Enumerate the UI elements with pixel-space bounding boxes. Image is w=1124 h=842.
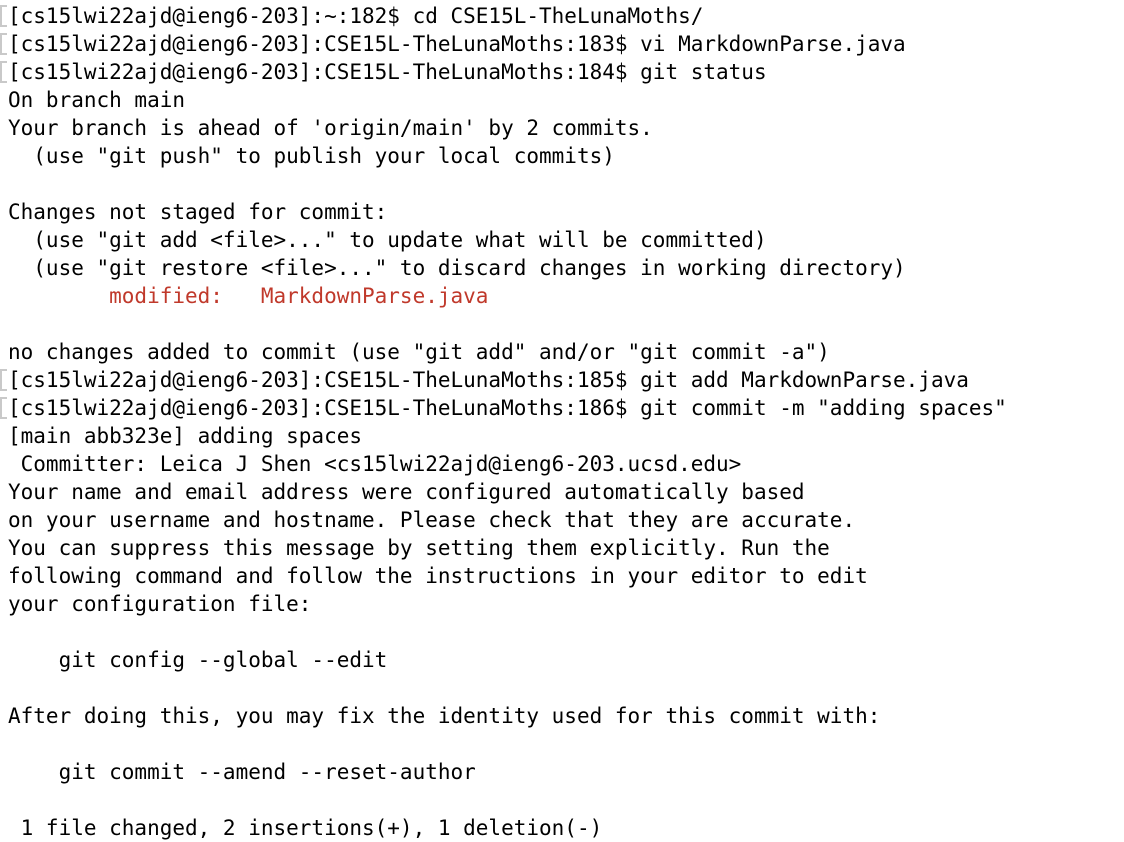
- prompt-mark-icon: [0, 61, 7, 83]
- terminal-line-22: [8, 618, 1124, 646]
- terminal-line-26: [8, 730, 1124, 758]
- terminal-line-18: on your username and hostname. Please ch…: [8, 508, 856, 532]
- terminal-line-7: Changes not staged for commit:: [8, 200, 388, 224]
- terminal-line-6: [8, 170, 1124, 198]
- terminal-line-24: [8, 674, 1124, 702]
- terminal-line-16: Committer: Leica J Shen <cs15lwi22ajd@ie…: [8, 452, 742, 476]
- terminal-line-3: On branch main: [8, 88, 186, 112]
- terminal-line-4: Your branch is ahead of 'origin/main' by…: [8, 116, 653, 140]
- prompt-mark-icon: [0, 33, 7, 55]
- terminal-line-25: After doing this, you may fix the identi…: [8, 704, 881, 728]
- terminal-line-0: [cs15lwi22ajd@ieng6-203]:~:182$ cd CSE15…: [0, 2, 1124, 30]
- modified-file-line: modified: MarkdownParse.java: [8, 284, 489, 308]
- prompt-mark-icon: [0, 397, 7, 419]
- terminal-line-5: (use "git push" to publish your local co…: [8, 144, 615, 168]
- terminal-line-9: (use "git restore <file>..." to discard …: [8, 256, 906, 280]
- terminal-line-12: no changes added to commit (use "git add…: [8, 340, 830, 364]
- prompt-mark-icon: [0, 5, 7, 27]
- terminal-line-1: [cs15lwi22ajd@ieng6-203]:CSE15L-TheLunaM…: [0, 30, 1124, 58]
- terminal-line-8: (use "git add <file>..." to update what …: [8, 228, 767, 252]
- terminal-line-11: [8, 310, 1124, 338]
- terminal-line-19: You can suppress this message by setting…: [8, 536, 830, 560]
- terminal-line-28: [8, 786, 1124, 814]
- terminal-line-13: [cs15lwi22ajd@ieng6-203]:CSE15L-TheLunaM…: [0, 366, 1124, 394]
- terminal-line-14: [cs15lwi22ajd@ieng6-203]:CSE15L-TheLunaM…: [0, 394, 1124, 422]
- terminal-line-20: following command and follow the instruc…: [8, 564, 868, 588]
- terminal-window[interactable]: [cs15lwi22ajd@ieng6-203]:~:182$ cd CSE15…: [0, 0, 1124, 840]
- terminal-line-29: 1 file changed, 2 insertions(+), 1 delet…: [8, 816, 603, 840]
- terminal-line-21: your configuration file:: [8, 592, 312, 616]
- terminal-line-23: git config --global --edit: [8, 648, 388, 672]
- terminal-line-27: git commit --amend --reset-author: [8, 760, 476, 784]
- terminal-line-2: [cs15lwi22ajd@ieng6-203]:CSE15L-TheLunaM…: [0, 58, 1124, 86]
- terminal-line-15: [main abb323e] adding spaces: [8, 424, 363, 448]
- prompt-mark-icon: [0, 369, 7, 391]
- terminal-line-17: Your name and email address were configu…: [8, 480, 805, 504]
